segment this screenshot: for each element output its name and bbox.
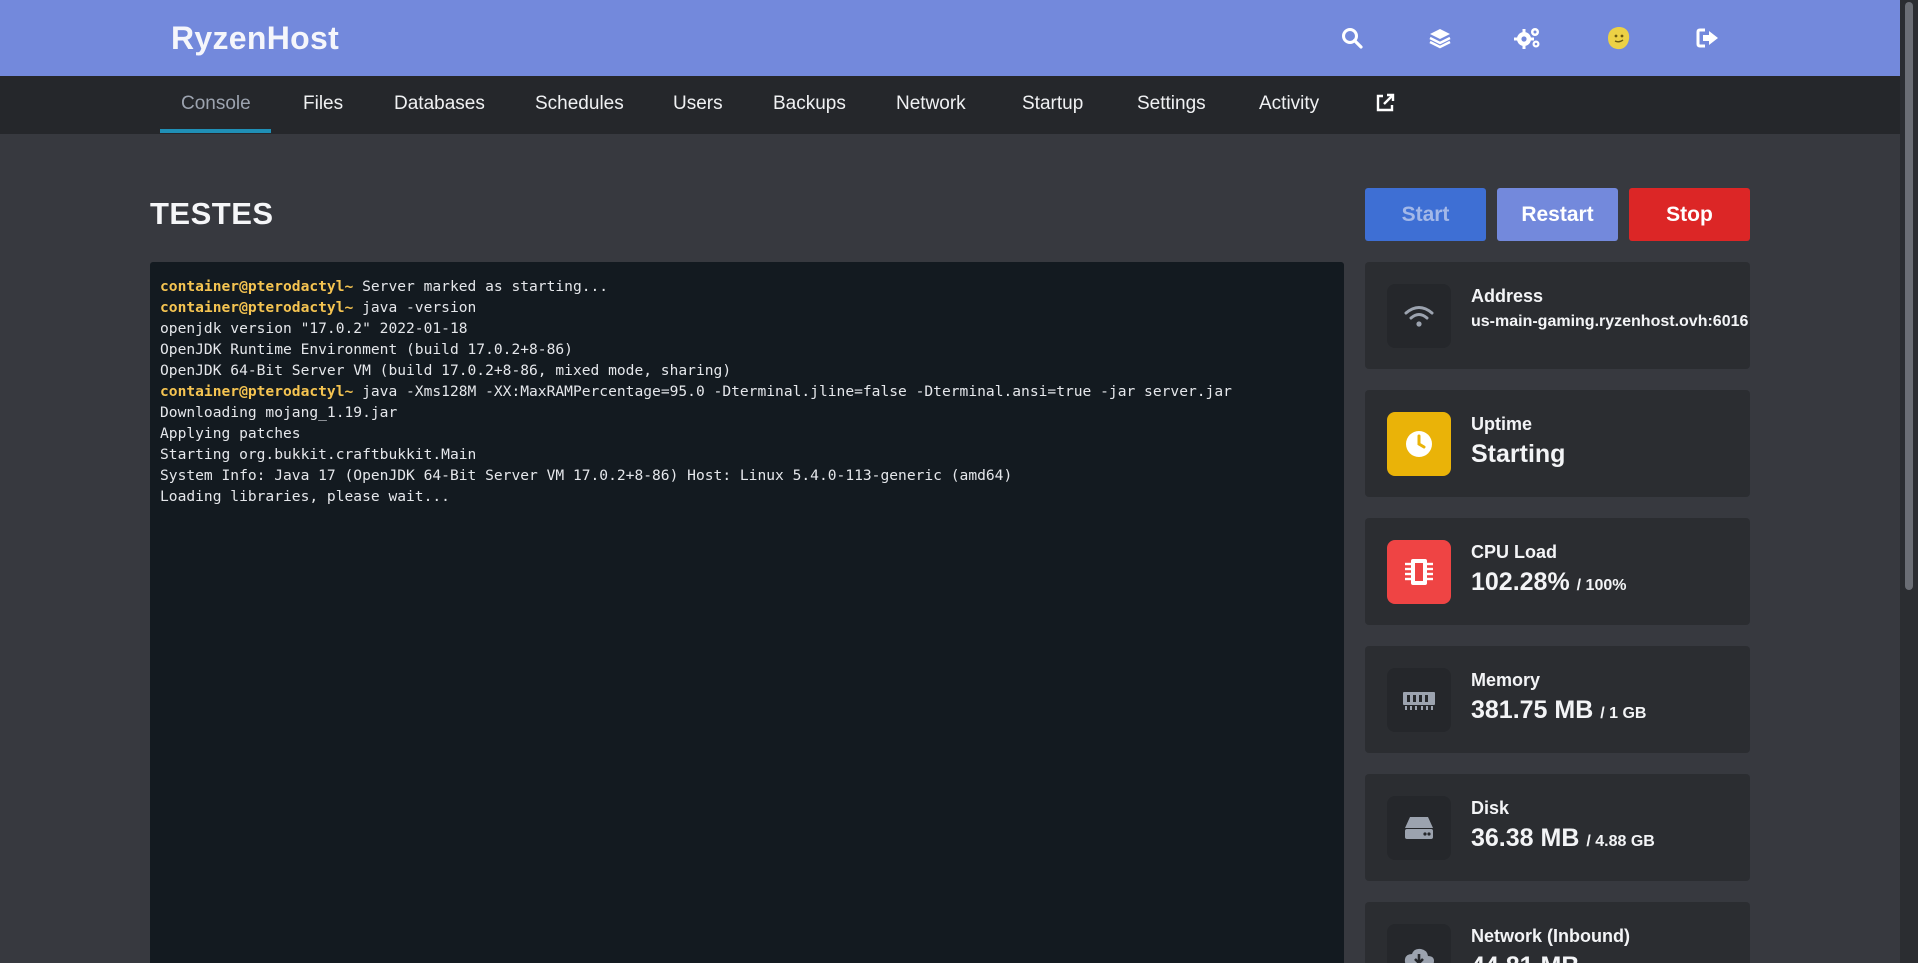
console-line: Starting org.bukkit.craftbukkit.Main [160, 444, 1334, 465]
console-line-text: Downloading mojang_1.19.jar [160, 404, 398, 421]
tab-settings[interactable]: Settings [1137, 76, 1206, 134]
clock-icon [1387, 412, 1451, 476]
address-label: Address [1471, 286, 1544, 306]
console-output[interactable]: container@pterodactyl~ Server marked as … [150, 262, 1344, 963]
cogs-icon[interactable] [1512, 22, 1544, 54]
top-bar: RyzenHost [0, 0, 1900, 76]
console-line: OpenJDK Runtime Environment (build 17.0.… [160, 339, 1334, 360]
search-icon[interactable] [1336, 22, 1368, 54]
memory-value: 381.75 MB / 1 GB [1471, 696, 1646, 725]
tab-files[interactable]: Files [303, 76, 343, 134]
memory-current: 381.75 MB [1471, 696, 1594, 724]
console-line: Downloading mojang_1.19.jar [160, 402, 1334, 423]
cpu-value: 102.28% / 100% [1471, 568, 1626, 597]
stat-card-uptime: Uptime Starting [1365, 390, 1750, 497]
logout-icon[interactable] [1692, 22, 1724, 54]
uptime-label: Uptime [1471, 414, 1533, 434]
server-name: TESTES [150, 196, 274, 231]
console-line: container@pterodactyl~ java -Xms128M -XX… [160, 381, 1334, 402]
layers-icon[interactable] [1424, 22, 1456, 54]
start-button[interactable]: Start [1365, 188, 1486, 241]
console-line-text: OpenJDK Runtime Environment (build 17.0.… [160, 341, 573, 358]
memory-max: / 1 GB [1600, 705, 1647, 722]
wifi-icon [1387, 284, 1451, 348]
stat-card-disk: Disk 36.38 MB / 4.88 GB [1365, 774, 1750, 881]
disk-max: / 4.88 GB [1586, 833, 1655, 850]
active-tab-indicator [160, 129, 271, 133]
microchip-icon [1387, 540, 1451, 604]
console-line: container@pterodactyl~ Server marked as … [160, 276, 1334, 297]
disk-current: 36.38 MB [1471, 824, 1580, 852]
console-line-text: System Info: Java 17 (OpenJDK 64-Bit Ser… [160, 467, 1013, 484]
stop-button[interactable]: Stop [1629, 188, 1750, 241]
console-line: OpenJDK 64-Bit Server VM (build 17.0.2+8… [160, 360, 1334, 381]
stat-card-network-inbound: Network (Inbound) 44.81 MB [1365, 902, 1750, 963]
console-line-text: java -Xms128M -XX:MaxRAMPercentage=95.0 … [353, 383, 1232, 400]
scrollbar-thumb[interactable] [1905, 2, 1913, 590]
console-line-text: Starting org.bukkit.craftbukkit.Main [160, 446, 477, 463]
address-value: us-main-gaming.ryzenhost.ovh:6016 [1471, 313, 1749, 330]
memory-icon [1387, 668, 1451, 732]
hdd-icon [1387, 796, 1451, 860]
console-line: container@pterodactyl~ java -version [160, 297, 1334, 318]
cpu-label: CPU Load [1471, 542, 1558, 562]
console-line-text: Server marked as starting... [353, 278, 609, 295]
brand-logo[interactable]: RyzenHost [171, 20, 339, 57]
tab-databases[interactable]: Databases [394, 76, 485, 134]
tab-backups[interactable]: Backups [773, 76, 846, 134]
tab-activity[interactable]: Activity [1259, 76, 1319, 134]
console-line-text: OpenJDK 64-Bit Server VM (build 17.0.2+8… [160, 362, 732, 379]
restart-button[interactable]: Restart [1497, 188, 1618, 241]
console-line: System Info: Java 17 (OpenJDK 64-Bit Ser… [160, 465, 1334, 486]
console-line-text: Applying patches [160, 425, 301, 442]
cpu-current: 102.28% [1471, 568, 1570, 596]
console-line: Applying patches [160, 423, 1334, 444]
console-prompt: container@pterodactyl~ [160, 383, 354, 400]
console-line-text: Loading libraries, please wait... [160, 488, 450, 505]
tab-users[interactable]: Users [673, 76, 723, 134]
uptime-value: Starting [1471, 440, 1566, 468]
stat-card-memory: Memory 381.75 MB / 1 GB [1365, 646, 1750, 753]
disk-value: 36.38 MB / 4.88 GB [1471, 824, 1655, 853]
console-prompt: container@pterodactyl~ [160, 299, 354, 316]
memory-label: Memory [1471, 670, 1541, 690]
tab-startup[interactable]: Startup [1022, 76, 1083, 134]
network-inbound-label: Network (Inbound) [1471, 926, 1630, 946]
cpu-max: / 100% [1576, 577, 1627, 594]
console-line: Loading libraries, please wait... [160, 486, 1334, 507]
console-line-text: openjdk version "17.0.2" 2022-01-18 [160, 320, 468, 337]
stat-card-cpu: CPU Load 102.28% / 100% [1365, 518, 1750, 625]
console-line-text: java -version [353, 299, 477, 316]
tab-console[interactable]: Console [181, 76, 251, 134]
tab-schedules[interactable]: Schedules [535, 76, 624, 134]
cloud-download-icon [1387, 924, 1451, 963]
tab-network[interactable]: Network [896, 76, 966, 134]
external-link-icon[interactable] [1375, 93, 1395, 117]
console-prompt: container@pterodactyl~ [160, 278, 354, 295]
console-line: openjdk version "17.0.2" 2022-01-18 [160, 318, 1334, 339]
avatar[interactable] [1602, 22, 1634, 54]
stat-card-address: Address us-main-gaming.ryzenhost.ovh:601… [1365, 262, 1750, 369]
disk-label: Disk [1471, 798, 1510, 818]
server-nav: Console Files Databases Schedules Users … [0, 76, 1900, 134]
network-inbound-value: 44.81 MB [1471, 952, 1579, 963]
